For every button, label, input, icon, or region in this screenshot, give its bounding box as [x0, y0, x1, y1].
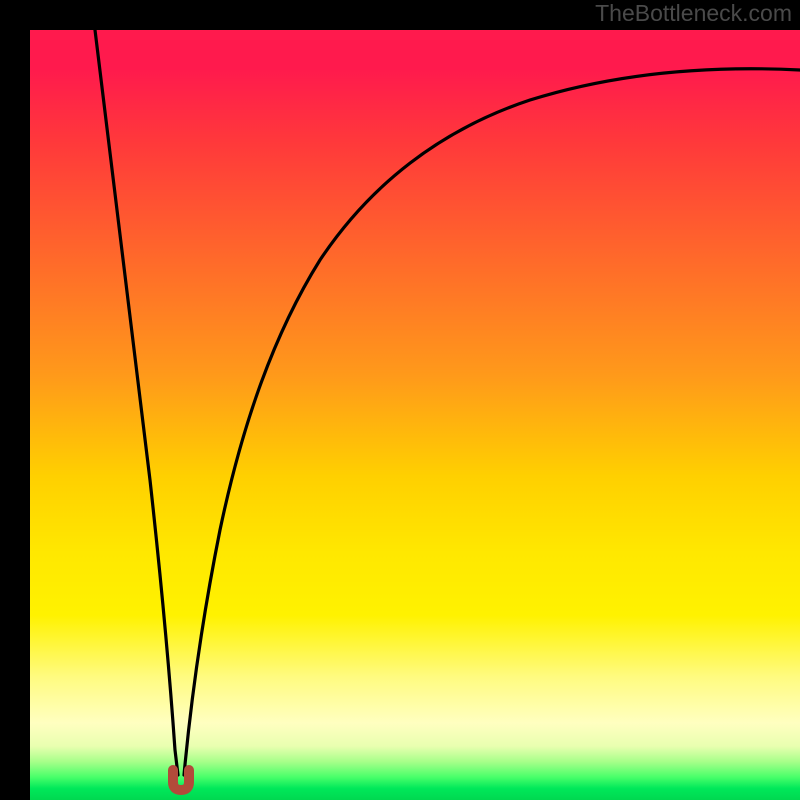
plot-area — [30, 30, 800, 800]
chart-frame — [15, 15, 785, 785]
background-gradient — [30, 30, 800, 800]
watermark-text: TheBottleneck.com — [595, 0, 792, 27]
